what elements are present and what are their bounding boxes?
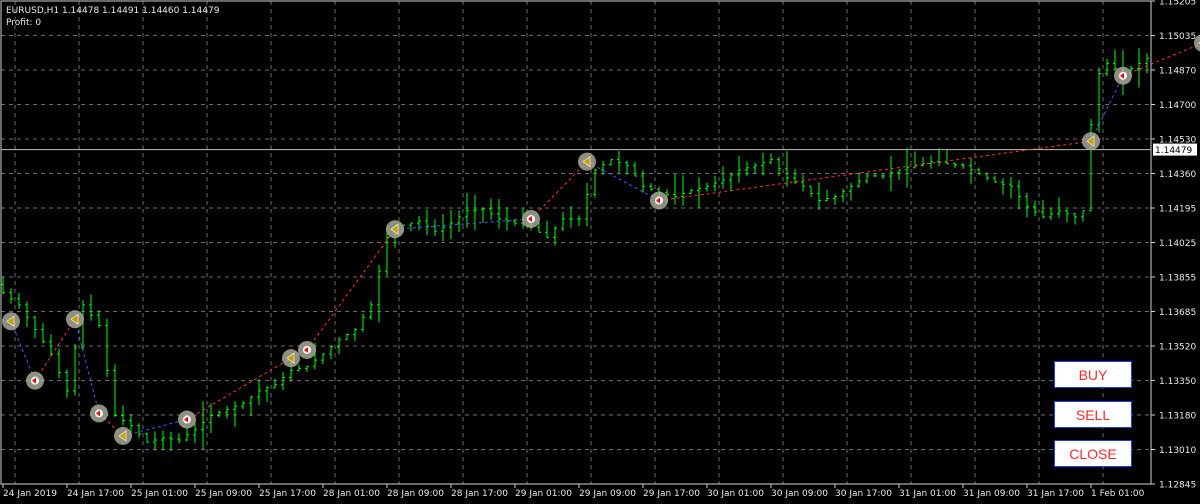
y-tick-label: 1.14195: [1159, 205, 1196, 215]
x-tick-label: 24 Jan 2019: [3, 489, 57, 499]
x-tick-label: 29 Jan 17:00: [643, 489, 700, 499]
y-tick-label: 1.13520: [1159, 343, 1196, 353]
x-tick-label: 29 Jan 09:00: [579, 489, 636, 499]
x-tick-label: 31 Jan 09:00: [963, 489, 1020, 499]
sell-button[interactable]: SELL: [1054, 401, 1132, 428]
y-tick-label: 1.13010: [1159, 446, 1196, 456]
current-price-label: 1.14479: [1155, 146, 1192, 156]
x-tick-label: 28 Jan 01:00: [323, 489, 380, 499]
buy-marker: [522, 209, 540, 228]
sell-marker: [386, 220, 404, 239]
sell-marker: [1082, 132, 1100, 151]
chart-canvas[interactable]: 1.152051.150351.148701.147001.145301.143…: [0, 0, 1200, 500]
x-tick-label: 25 Jan 01:00: [131, 489, 188, 499]
sell-marker: [282, 349, 300, 368]
buy-marker: [298, 340, 316, 359]
y-tick-label: 1.14025: [1159, 239, 1196, 249]
chart-title: EURUSD,H1 1.14478 1.14491 1.14460 1.1447…: [6, 6, 220, 16]
sell-marker: [114, 426, 132, 445]
x-tick-label: 30 Jan 01:00: [707, 489, 764, 499]
x-tick-label: 24 Jan 17:00: [67, 489, 124, 499]
y-tick-label: 1.13350: [1159, 377, 1196, 387]
y-tick-label: 1.12845: [1159, 481, 1196, 491]
y-tick-label: 1.13685: [1159, 308, 1196, 318]
x-tick-label: 31 Jan 01:00: [899, 489, 956, 499]
sell-marker: [66, 310, 84, 329]
x-tick-label: 1 Feb 01:00: [1091, 489, 1145, 499]
x-tick-label: 30 Jan 17:00: [835, 489, 892, 499]
y-tick-label: 1.15205: [1159, 0, 1196, 8]
y-tick-label: 1.14360: [1159, 170, 1196, 180]
x-tick-label: 25 Jan 17:00: [259, 489, 316, 499]
close-button[interactable]: CLOSE: [1054, 440, 1132, 467]
y-tick-label: 1.13855: [1159, 274, 1196, 284]
x-tick-label: 25 Jan 09:00: [195, 489, 252, 499]
x-tick-label: 30 Jan 09:00: [771, 489, 828, 499]
x-tick-label: 31 Jan 17:00: [1027, 489, 1084, 499]
sell-marker: [578, 152, 596, 171]
x-tick-label: 29 Jan 01:00: [515, 489, 572, 499]
buy-marker: [178, 410, 196, 429]
buy-button[interactable]: BUY: [1054, 361, 1132, 388]
profit-label: Profit: 0: [6, 18, 42, 28]
buy-marker: [650, 191, 668, 210]
buy-marker: [90, 404, 108, 423]
y-tick-label: 1.15035: [1159, 32, 1196, 42]
y-tick-label: 1.13180: [1159, 412, 1196, 422]
buy-marker: [1114, 66, 1132, 85]
buy-marker: [26, 371, 44, 390]
x-tick-label: 28 Jan 17:00: [451, 489, 508, 499]
x-tick-label: 28 Jan 09:00: [387, 489, 444, 499]
price-chart[interactable]: 1.15205 1.15035 1.14870 1.14700 1.14530 1.143…: [0, 0, 1200, 500]
y-tick-label: 1.14700: [1159, 101, 1196, 111]
sell-marker: [2, 312, 20, 331]
y-tick-label: 1.14870: [1159, 67, 1196, 77]
